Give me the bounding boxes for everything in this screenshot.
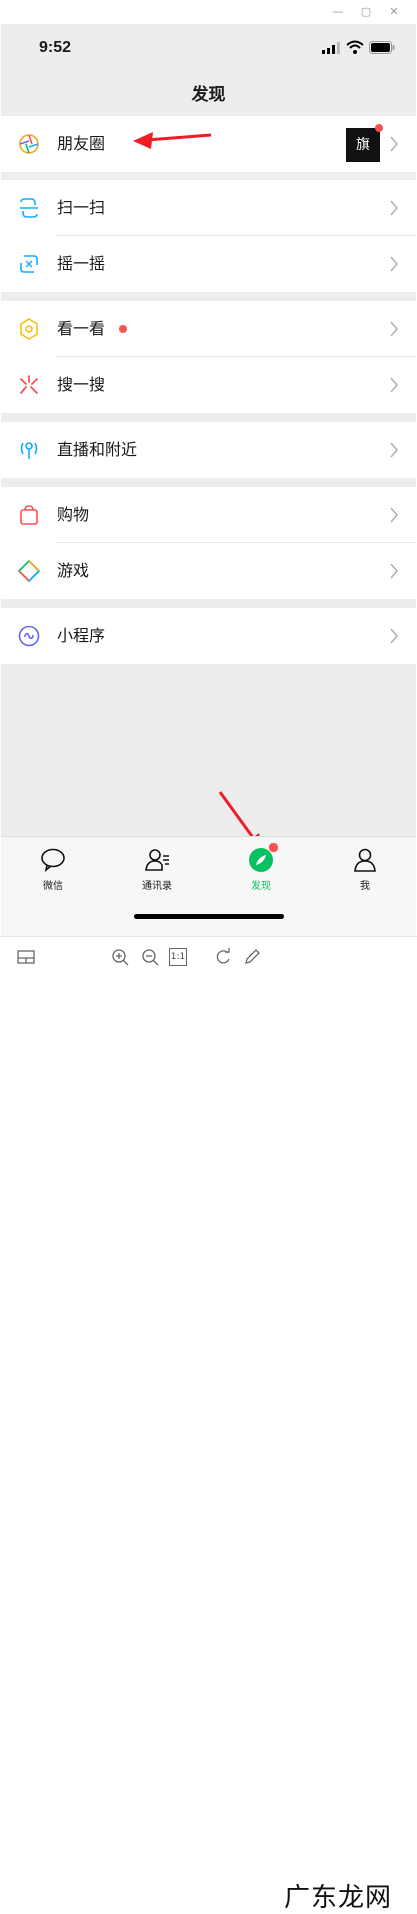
list-item-label: 朋友圈 [57, 134, 106, 153]
chevron-right-icon [390, 442, 399, 458]
tab-contacts[interactable]: 通讯录 [127, 847, 187, 892]
viewer-toolbar: 1:1 广东龙网 [0, 936, 417, 1913]
screenshot-frame: — ▢ ✕ 9:52 发现 朋友圈 旗 扫一扫 摇一摇 看一看 搜一搜 直播和附… [0, 0, 417, 1913]
tab-label: 微信 [43, 881, 63, 892]
me-icon [354, 848, 376, 872]
list-item-shake[interactable]: 摇一摇 [1, 236, 416, 292]
tab-me[interactable]: 我 [335, 847, 395, 892]
mini-program-icon [18, 625, 40, 647]
minimize-icon[interactable]: — [330, 4, 346, 20]
shopping-bag-icon [20, 505, 38, 525]
game-icon [17, 559, 41, 583]
list-item-label: 摇一摇 [57, 254, 106, 273]
list-item-live-nearby[interactable]: 直播和附近 [1, 422, 416, 478]
scan-icon [20, 198, 38, 218]
chevron-right-icon [390, 377, 399, 393]
list-item-games[interactable]: 游戏 [1, 543, 416, 599]
chevron-right-icon [390, 507, 399, 523]
zoom-in-icon[interactable] [110, 947, 130, 967]
close-icon[interactable]: ✕ [386, 4, 402, 20]
chevron-right-icon [390, 628, 399, 644]
cellular-signal-icon [322, 42, 340, 54]
list-item-top-stories[interactable]: 看一看 [1, 301, 416, 357]
top-stories-icon [20, 318, 38, 340]
tab-discover[interactable]: 发现 [231, 843, 291, 892]
list-item-moments[interactable]: 朋友圈 旗 [1, 116, 416, 172]
discover-badge [269, 843, 278, 852]
chat-icon [41, 848, 65, 872]
maximize-icon[interactable]: ▢ [358, 4, 374, 20]
chevron-right-icon [390, 563, 399, 579]
list-item-label: 搜一搜 [57, 375, 106, 394]
list-item-scan[interactable]: 扫一扫 [1, 180, 416, 236]
moments-thumbnail: 旗 [346, 128, 380, 162]
chevron-right-icon [390, 256, 399, 272]
list-item-label: 看一看 [57, 319, 106, 338]
list-item-shopping[interactable]: 购物 [1, 487, 416, 543]
tab-label: 我 [360, 881, 370, 892]
actual-size-button[interactable]: 1:1 [169, 948, 187, 966]
status-bar: 9:52 [1, 24, 416, 74]
status-time: 9:52 [39, 39, 72, 56]
live-nearby-icon [20, 442, 38, 459]
phone-screen: 9:52 发现 朋友圈 旗 扫一扫 摇一摇 看一看 搜一搜 直播和附近 购物 游… [1, 24, 416, 936]
wifi-icon [346, 40, 364, 54]
new-post-badge [375, 124, 383, 132]
tab-chats[interactable]: 微信 [23, 847, 83, 892]
moments-icon [19, 134, 39, 154]
search-icon [20, 375, 38, 394]
unread-dot [119, 325, 127, 333]
tab-label: 发现 [251, 881, 271, 892]
list-item-label: 小程序 [57, 626, 106, 645]
tab-label: 通讯录 [142, 881, 172, 892]
rotate-icon[interactable] [213, 947, 233, 967]
chevron-right-icon [390, 200, 399, 216]
contacts-icon [145, 849, 169, 871]
list-item-label: 购物 [57, 505, 90, 524]
list-item-label: 游戏 [57, 561, 90, 580]
list-item-mini-programs[interactable]: 小程序 [1, 608, 416, 664]
pencil-icon[interactable] [242, 947, 262, 967]
zoom-out-icon[interactable] [140, 947, 160, 967]
bottom-tab-bar: 微信 通讯录 发现 我 [1, 836, 416, 936]
window-titlebar: — ▢ ✕ [0, 0, 417, 24]
battery-icon [369, 41, 395, 54]
layout-toggle-icon[interactable] [16, 947, 36, 967]
shake-icon [20, 255, 38, 273]
chevron-right-icon [390, 136, 399, 152]
page-title: 发现 [191, 85, 226, 104]
list-item-search[interactable]: 搜一搜 [1, 357, 416, 413]
site-watermark: 广东龙网 [284, 1883, 393, 1913]
list-item-label: 直播和附近 [57, 440, 138, 459]
chevron-right-icon [390, 321, 399, 337]
home-indicator[interactable] [134, 914, 284, 919]
list-item-label: 扫一扫 [57, 198, 106, 217]
